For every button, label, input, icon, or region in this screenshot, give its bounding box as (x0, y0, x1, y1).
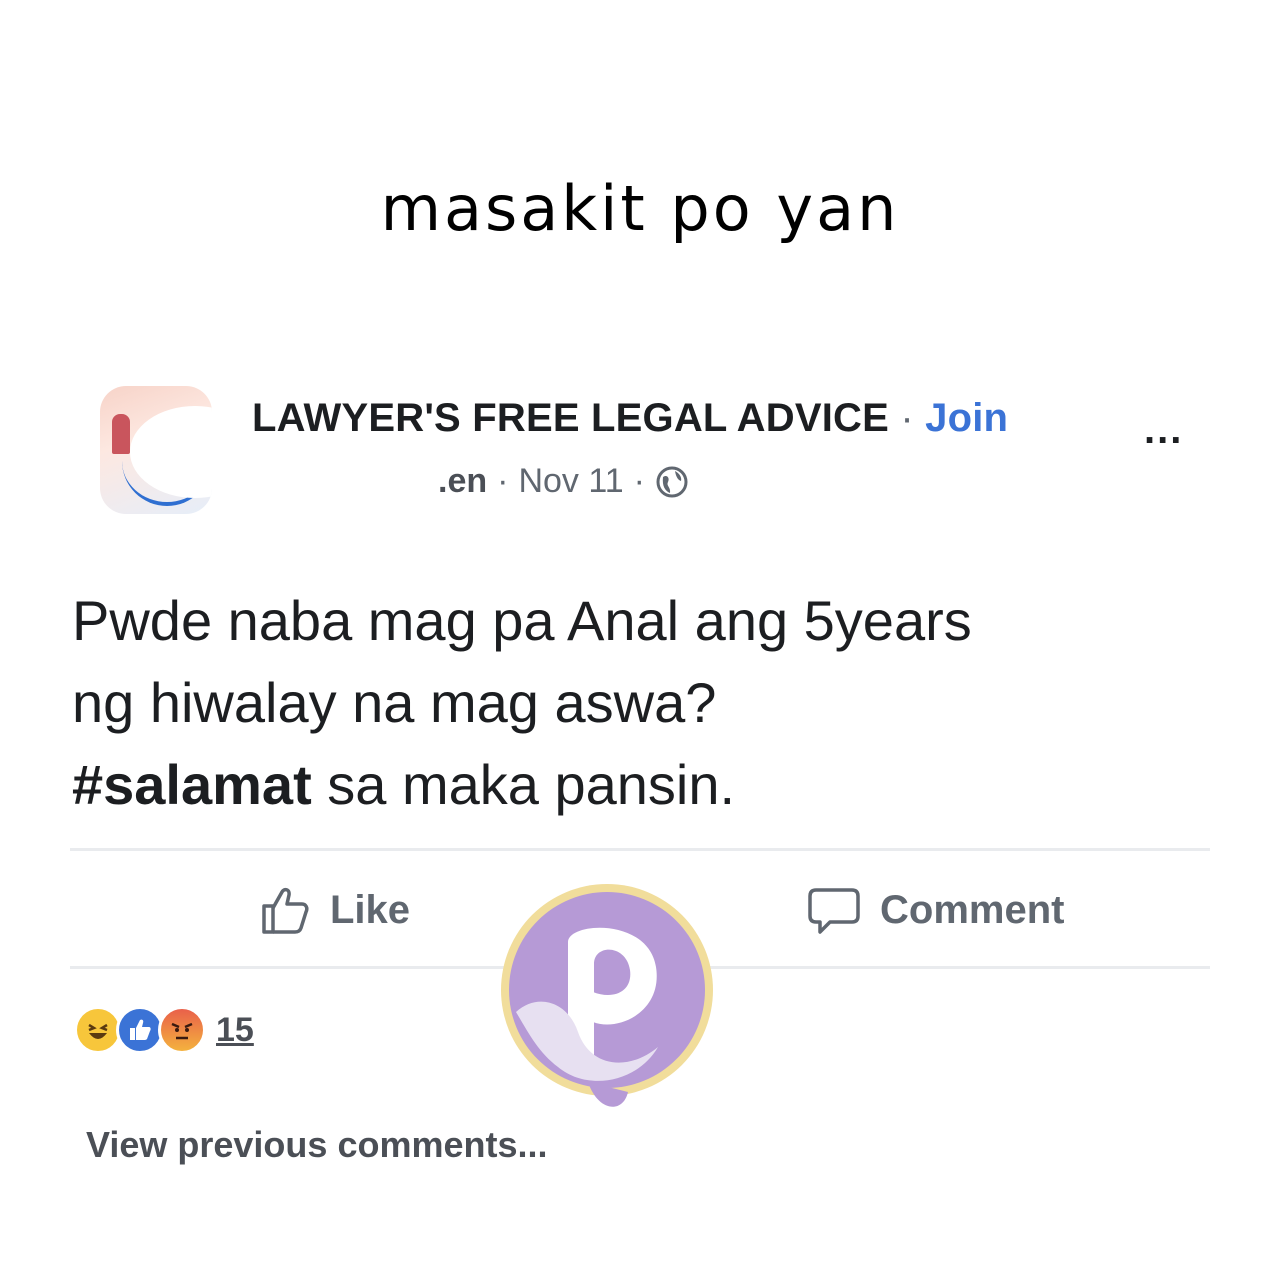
like-button[interactable]: Like (260, 884, 410, 936)
post-date[interactable]: Nov 11 (518, 462, 623, 501)
divider-top (70, 848, 1210, 851)
group-name-link[interactable]: LAWYER'S FREE LEGAL ADVICE (252, 396, 889, 440)
like-reaction-icon (116, 1006, 164, 1054)
more-options-button[interactable]: ... (1144, 408, 1183, 453)
group-avatar[interactable] (100, 386, 212, 514)
meta-separator-2: · (633, 462, 645, 500)
comment-icon (808, 888, 860, 934)
haha-reaction-icon (74, 1006, 122, 1054)
angry-reaction-icon (158, 1006, 206, 1054)
post-meta: .en · Nov 11 · (438, 462, 689, 501)
meme-caption: masakit po yan (380, 172, 900, 245)
post-line-3-text: sa maka pansin. (311, 753, 736, 816)
watermark-logo-icon (501, 884, 713, 1107)
separator-dot: · (889, 396, 926, 440)
meta-separator-1: · (497, 462, 509, 500)
comment-button[interactable]: Comment (806, 884, 1064, 936)
comment-label: Comment (880, 887, 1065, 932)
reaction-summary[interactable]: 15 (74, 1006, 254, 1054)
hashtag-link[interactable]: #salamat (72, 753, 312, 816)
like-label: Like (330, 887, 411, 932)
reaction-count[interactable]: 15 (216, 1011, 254, 1050)
post-line-1: Pwde naba mag pa Anal ang 5years (72, 589, 972, 652)
globe-icon (656, 466, 688, 497)
post-line-2: ng hiwalay na mag aswa? (72, 671, 717, 734)
join-link[interactable]: Join (925, 396, 1008, 440)
thumbs-up-icon (262, 887, 309, 934)
author-name[interactable]: .en (438, 462, 487, 501)
post-line-3: #salamat sa maka pansin. (72, 744, 1222, 826)
post-text: Pwde naba mag pa Anal ang 5years ng hiwa… (72, 580, 1222, 826)
group-name-line: LAWYER'S FREE LEGAL ADVICE · Join (252, 396, 1008, 441)
view-previous-comments-link[interactable]: View previous comments... (86, 1124, 548, 1166)
